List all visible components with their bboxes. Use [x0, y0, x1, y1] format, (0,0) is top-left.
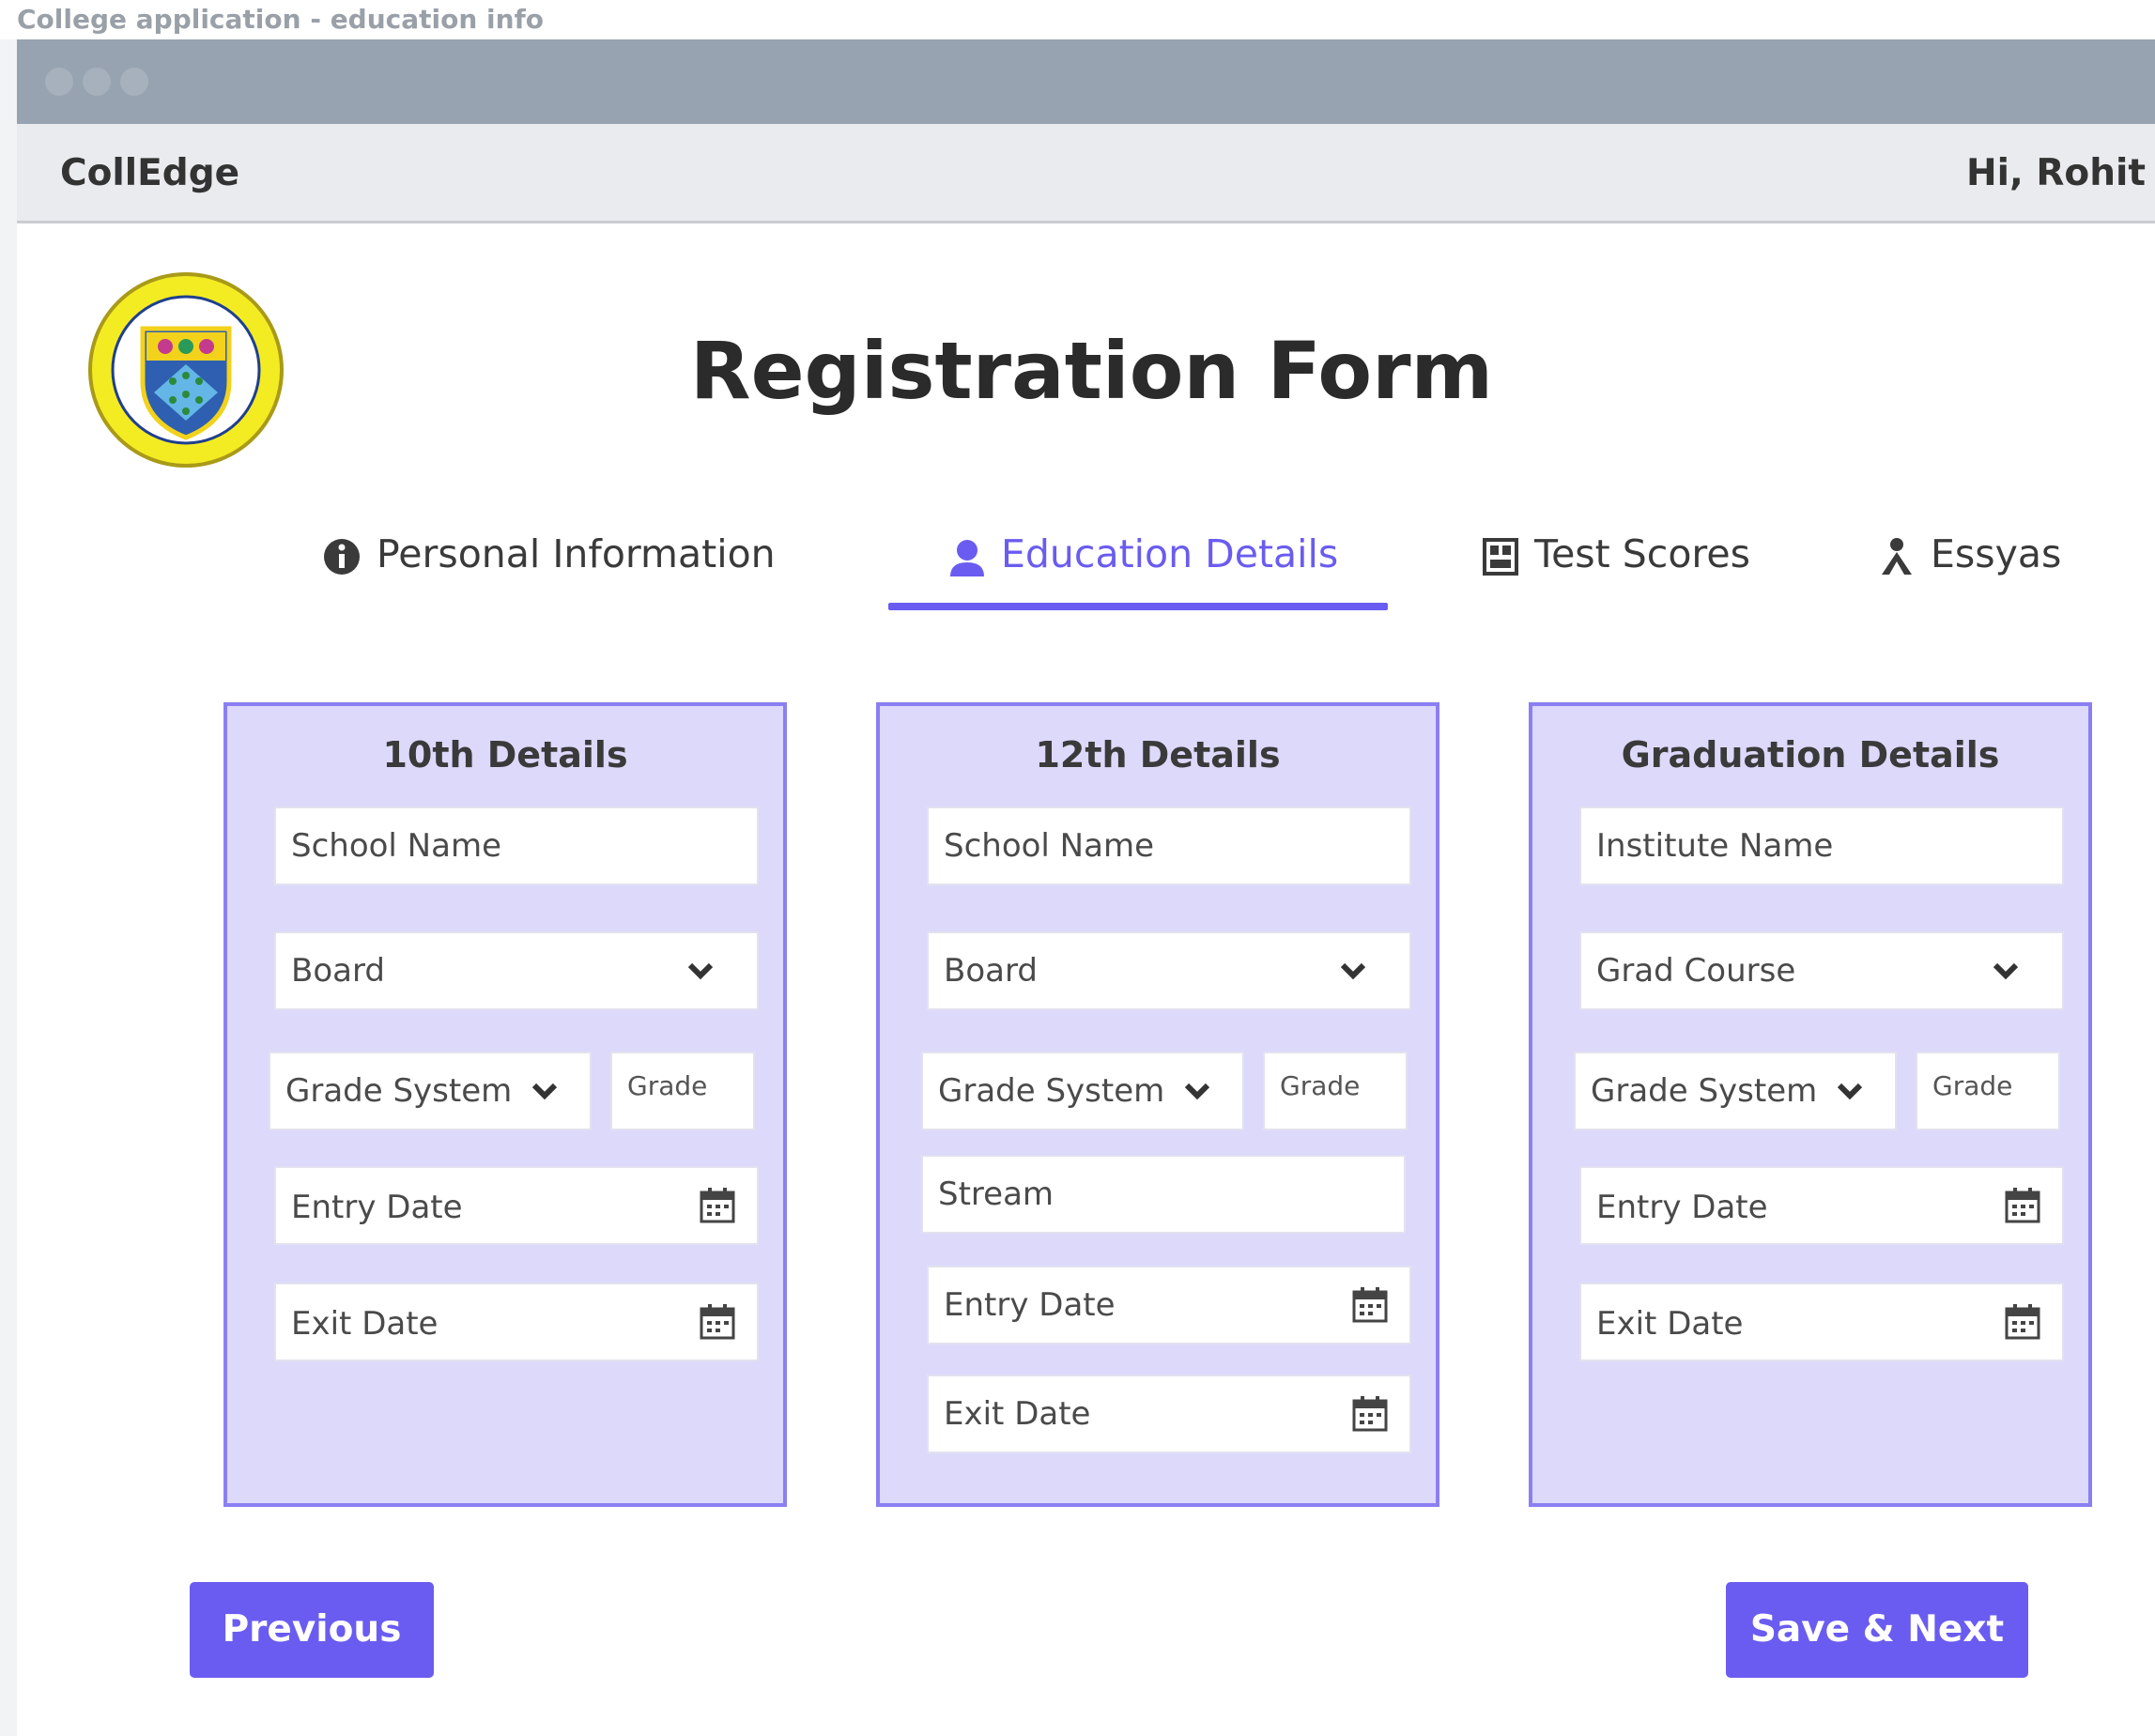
grade-system-select[interactable]: Grade System [921, 1052, 1244, 1130]
chevron-down-icon [687, 962, 714, 980]
grade-system-select[interactable]: Grade System [1574, 1052, 1897, 1130]
window-close-dot[interactable] [45, 68, 73, 96]
school-name-input[interactable]: School Name [274, 807, 759, 885]
tab-label: Personal Information [377, 531, 776, 576]
tab-label: Test Scores [1534, 531, 1750, 576]
chevron-down-icon [1837, 1083, 1863, 1100]
grade-input[interactable]: Grade [1263, 1052, 1408, 1130]
entry-date-placeholder: Entry Date [944, 1286, 1116, 1324]
board-placeholder: Board [944, 952, 1038, 990]
grade-input[interactable]: Grade [1916, 1052, 2060, 1130]
page-title: Registration Form [689, 325, 1494, 417]
grade-input[interactable]: Grade [610, 1052, 755, 1130]
tab-essyas[interactable]: Essyas [1878, 526, 2061, 582]
chevron-down-icon [531, 1083, 558, 1100]
exit-date-input[interactable]: Exit Date [1579, 1283, 2064, 1361]
school-name-placeholder: School Name [944, 827, 1154, 865]
grad-course-placeholder: Grad Course [1596, 952, 1796, 990]
grade-placeholder: Grade [1280, 1070, 1361, 1101]
card-12th-details: 12th Details School Name Board Grade Sys… [876, 702, 1439, 1507]
calendar-icon [1352, 1287, 1388, 1323]
app-header: CollEdge Hi, Rohit [17, 124, 2155, 223]
window-maximize-dot[interactable] [120, 68, 148, 96]
exit-date-placeholder: Exit Date [944, 1395, 1091, 1433]
tab-education-details[interactable]: Education Details [948, 526, 1338, 582]
scorecard-icon [1483, 538, 1518, 576]
grade-placeholder: Grade [627, 1070, 708, 1101]
card-title: 10th Details [382, 734, 628, 776]
stream-placeholder: Stream [938, 1175, 1054, 1213]
board-placeholder: Board [291, 952, 385, 990]
exit-date-placeholder: Exit Date [1596, 1305, 1744, 1343]
grade-system-placeholder: Grade System [938, 1072, 1165, 1110]
grade-system-select[interactable]: Grade System [269, 1052, 592, 1130]
previous-button[interactable]: Previous [190, 1582, 434, 1678]
grade-placeholder: Grade [1932, 1070, 2013, 1101]
university-crest-logo [88, 272, 284, 468]
tab-label: Essyas [1931, 531, 2062, 576]
entry-date-input[interactable]: Entry Date [927, 1266, 1411, 1344]
grad-course-select[interactable]: Grad Course [1579, 931, 2064, 1010]
tab-test-scores[interactable]: Test Scores [1482, 526, 1750, 582]
chevron-down-icon [1340, 962, 1366, 980]
tab-personal-information[interactable]: Personal Information [322, 526, 776, 582]
left-edge [0, 39, 17, 1736]
card-10th-details: 10th Details School Name Board Grade Sys… [223, 702, 787, 1507]
stream-input[interactable]: Stream [921, 1155, 1406, 1234]
writer-icon [1882, 538, 1912, 575]
active-tab-indicator [888, 603, 1388, 610]
card-title: 12th Details [1035, 734, 1281, 776]
window-caption: College application - education info [17, 4, 544, 35]
window-titlebar [17, 39, 2155, 124]
school-name-input[interactable]: School Name [927, 807, 1411, 885]
exit-date-input[interactable]: Exit Date [274, 1283, 759, 1361]
brand-name[interactable]: CollEdge [60, 124, 239, 223]
institute-name-input[interactable]: Institute Name [1579, 807, 2064, 885]
calendar-icon [2005, 1188, 2040, 1223]
grade-system-placeholder: Grade System [285, 1072, 513, 1110]
chevron-down-icon [1993, 962, 2019, 980]
card-title: Graduation Details [1621, 734, 2000, 776]
chevron-down-icon [1184, 1083, 1210, 1100]
calendar-icon [700, 1304, 735, 1340]
entry-date-placeholder: Entry Date [291, 1189, 463, 1226]
calendar-icon [700, 1188, 735, 1223]
board-select[interactable]: Board [274, 931, 759, 1010]
entry-date-placeholder: Entry Date [1596, 1189, 1768, 1226]
card-graduation-details: Graduation Details Institute Name Grad C… [1529, 702, 2092, 1507]
info-icon [324, 539, 360, 575]
board-select[interactable]: Board [927, 931, 1411, 1010]
grade-system-placeholder: Grade System [1591, 1072, 1818, 1110]
institute-name-placeholder: Institute Name [1596, 827, 1834, 865]
calendar-icon [2005, 1304, 2040, 1340]
exit-date-placeholder: Exit Date [291, 1305, 439, 1343]
entry-date-input[interactable]: Entry Date [274, 1166, 759, 1245]
tab-label: Education Details [1001, 531, 1339, 576]
graduate-icon [950, 540, 984, 576]
save-next-button[interactable]: Save & Next [1726, 1582, 2028, 1678]
exit-date-input[interactable]: Exit Date [927, 1375, 1411, 1453]
entry-date-input[interactable]: Entry Date [1579, 1166, 2064, 1245]
school-name-placeholder: School Name [291, 827, 501, 865]
window-minimize-dot[interactable] [83, 68, 111, 96]
user-greeting[interactable]: Hi, Rohit [1966, 124, 2146, 223]
calendar-icon [1352, 1396, 1388, 1432]
